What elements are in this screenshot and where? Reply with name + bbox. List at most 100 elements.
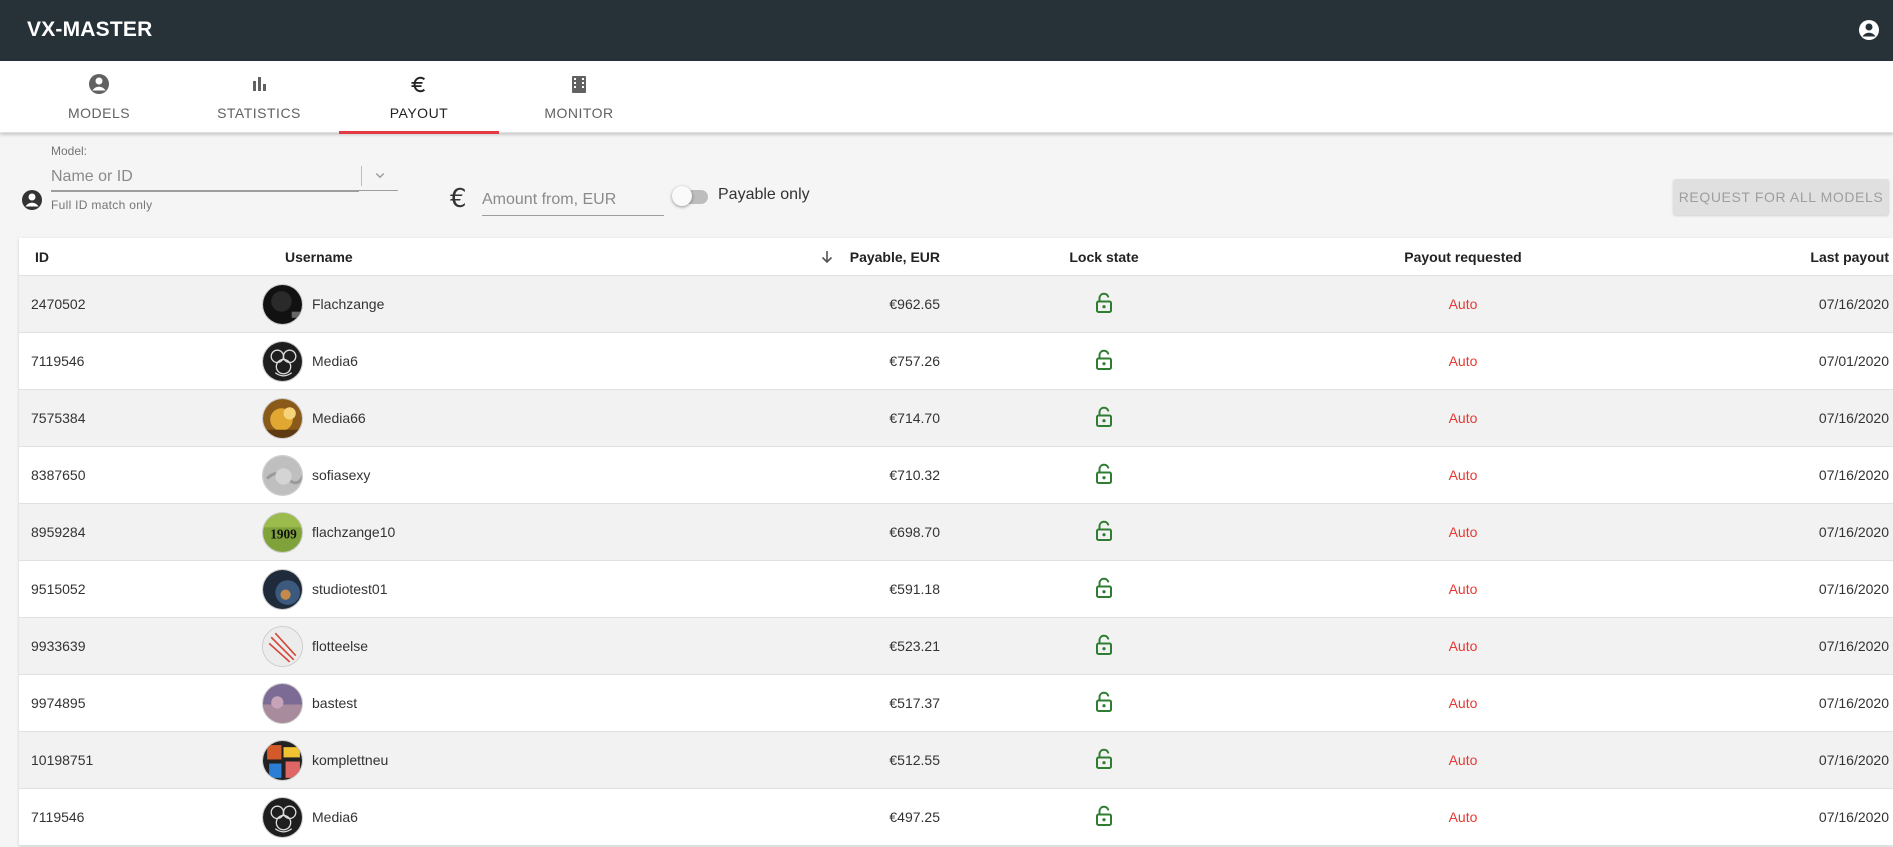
avatar (262, 683, 303, 724)
avatar (262, 626, 303, 667)
tab-statistics[interactable]: STATISTICS (179, 61, 339, 133)
lock-open-icon[interactable] (1092, 519, 1116, 543)
main-tabs: MODELS STATISTICS PAYOUT MONITOR (0, 61, 1893, 134)
table-row[interactable]: 9515052 studiotest01 €591.18 Auto 07/16/2020 (19, 561, 1893, 618)
payable-only-toggle[interactable] (672, 186, 708, 206)
cell-last-payout: 07/16/2020 (1818, 296, 1889, 312)
cell-username[interactable]: flotteelse (312, 638, 368, 654)
column-header-username[interactable]: Username (285, 249, 353, 265)
amount-from-input[interactable] (482, 184, 664, 216)
cell-payable: €710.32 (889, 467, 940, 483)
column-header-id[interactable]: ID (35, 249, 49, 265)
cell-payout-requested: Auto (1448, 467, 1478, 483)
cell-username[interactable]: sofiasexy (312, 467, 370, 483)
select-divider (361, 166, 362, 186)
cell-payout-requested: Auto (1448, 695, 1478, 711)
cell-payout-requested: Auto (1448, 353, 1478, 369)
model-field-hint: Full ID match only (51, 198, 153, 212)
lock-open-icon[interactable] (1092, 690, 1116, 714)
cell-id: 9974895 (31, 695, 86, 711)
column-header-last-payout[interactable]: Last payout (1689, 249, 1889, 265)
euro-icon (411, 76, 425, 93)
cell-payout-requested: Auto (1448, 809, 1478, 825)
cell-payable: €757.26 (889, 353, 940, 369)
avatar (262, 797, 303, 838)
cell-payable: €591.18 (889, 581, 940, 597)
cell-username[interactable]: Flachzange (312, 296, 384, 312)
avatar (262, 284, 303, 325)
lock-open-icon[interactable] (1092, 633, 1116, 657)
cell-id: 9515052 (31, 581, 86, 597)
cell-payable: €497.25 (889, 809, 940, 825)
column-header-lock-state[interactable]: Lock state (1054, 249, 1154, 265)
cell-username[interactable]: Media6 (312, 353, 358, 369)
cell-id: 2470502 (31, 296, 86, 312)
column-header-payable[interactable]: Payable, EUR (837, 249, 940, 265)
cell-username[interactable]: komplettneu (312, 752, 388, 768)
cell-payable: €517.37 (889, 695, 940, 711)
cell-last-payout: 07/16/2020 (1818, 524, 1889, 540)
avatar (262, 455, 303, 496)
euro-icon: € (450, 184, 467, 214)
request-for-all-models-button[interactable]: REQUEST FOR ALL MODELS (1673, 179, 1889, 215)
avatar-year-text: 1909 (270, 527, 297, 542)
table-row[interactable]: 9974895 bastest €517.37 Auto 07/16/2020 (19, 675, 1893, 732)
tab-label: PAYOUT (389, 105, 449, 121)
cell-id: 7119546 (31, 809, 85, 825)
cell-last-payout: 07/16/2020 (1818, 752, 1889, 768)
cell-payout-requested: Auto (1448, 752, 1478, 768)
cell-payout-requested: Auto (1448, 638, 1478, 654)
lock-open-icon[interactable] (1092, 804, 1116, 828)
cell-payout-requested: Auto (1448, 581, 1478, 597)
table-row[interactable]: 7119546 Media6 €497.25 Auto 07/16/2020 (19, 789, 1893, 846)
cell-last-payout: 07/01/2020 (1818, 353, 1889, 369)
lock-open-icon[interactable] (1092, 405, 1116, 429)
cell-id: 7575384 (31, 410, 86, 426)
chevron-down-icon[interactable] (371, 166, 389, 184)
lock-open-icon[interactable] (1092, 576, 1116, 600)
tab-payout[interactable]: PAYOUT (339, 61, 499, 134)
arrow-down-icon[interactable] (819, 249, 835, 265)
cell-username[interactable]: Media6 (312, 809, 358, 825)
tab-label: MONITOR (544, 105, 614, 121)
tab-label: MODELS (67, 105, 131, 121)
lock-open-icon[interactable] (1092, 291, 1116, 315)
avatar: 1909 (262, 512, 303, 553)
table-header: ID Username Payable, EUR Lock state Payo… (19, 238, 1893, 276)
cell-username[interactable]: bastest (312, 695, 357, 711)
app-title: VX-MASTER (27, 18, 153, 41)
cell-last-payout: 07/16/2020 (1818, 467, 1889, 483)
table-row[interactable]: 8959284 1909 flachzange10 €698.70 Auto 07/16/… (19, 504, 1893, 561)
column-header-payout-requested[interactable]: Payout requested (1363, 249, 1563, 265)
cell-payable: €714.70 (889, 410, 940, 426)
table-row[interactable]: 10198751 komplettneu €512.55 Auto 07/16/2020 (19, 732, 1893, 789)
lock-open-icon[interactable] (1092, 462, 1116, 486)
cell-username[interactable]: Media66 (312, 410, 366, 426)
cell-payable: €523.21 (889, 638, 940, 654)
model-search-input[interactable] (51, 162, 359, 192)
table-row[interactable]: 2470502 Flachzange €962.65 Auto 07/16/2020 (19, 276, 1893, 333)
table-row[interactable]: 7119546 Media6 €757.26 Auto 07/01/2020 (19, 333, 1893, 390)
payable-only-label: Payable only (718, 186, 810, 203)
cell-username[interactable]: flachzange10 (312, 524, 395, 540)
cell-last-payout: 07/16/2020 (1818, 581, 1889, 597)
top-app-bar: VX-MASTER (0, 0, 1893, 61)
cell-id: 10198751 (31, 752, 94, 768)
table-row[interactable]: 8387650 sofiasexy €710.32 Auto 07/16/2020 (19, 447, 1893, 504)
tab-label: STATISTICS (217, 105, 301, 121)
cell-payout-requested: Auto (1448, 296, 1478, 312)
tab-models[interactable]: MODELS (19, 61, 179, 133)
model-field-underline (51, 190, 398, 191)
cell-payout-requested: Auto (1448, 524, 1478, 540)
payout-table: ID Username Payable, EUR Lock state Payo… (19, 238, 1893, 846)
cell-username[interactable]: studiotest01 (312, 581, 388, 597)
lock-open-icon[interactable] (1092, 348, 1116, 372)
table-body: 2470502 Flachzange €962.65 Auto 07/16/2020 71… (19, 276, 1893, 846)
lock-open-icon[interactable] (1092, 747, 1116, 771)
tab-monitor[interactable]: MONITOR (499, 61, 659, 133)
account-circle-icon[interactable] (1857, 18, 1881, 42)
avatar (262, 740, 303, 781)
table-row[interactable]: 9933639 flotteelse €523.21 Auto 07/16/2020 (19, 618, 1893, 675)
cell-last-payout: 07/16/2020 (1818, 410, 1889, 426)
table-row[interactable]: 7575384 Media66 €714.70 Auto 07/16/2020 (19, 390, 1893, 447)
